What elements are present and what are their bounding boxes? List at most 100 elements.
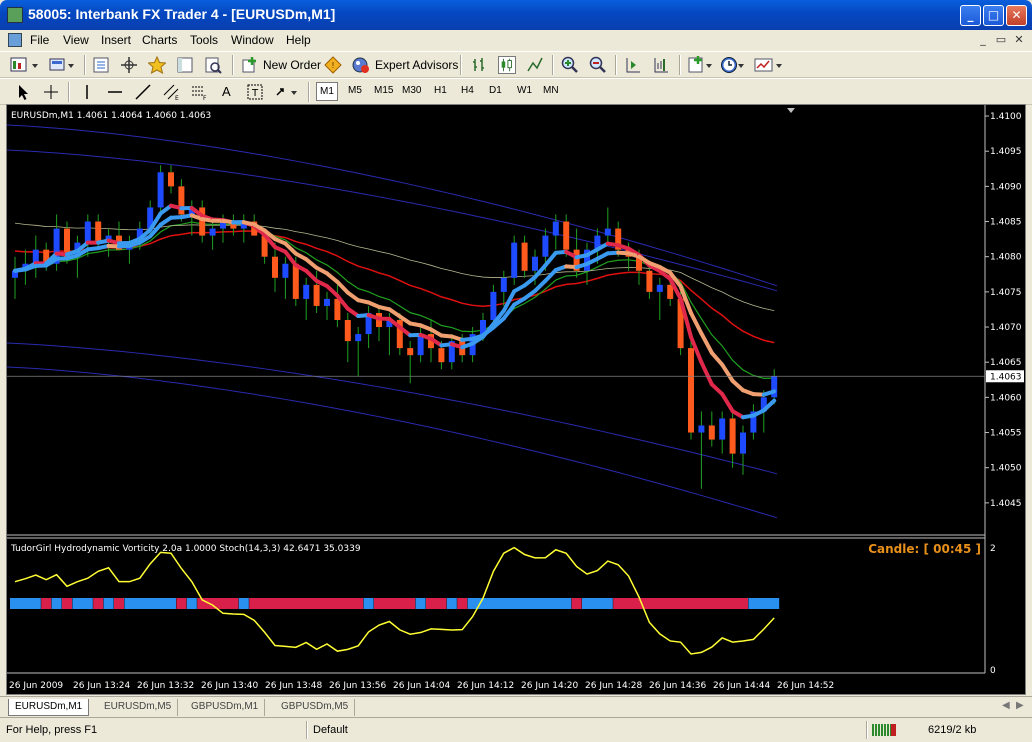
timeframe-w1[interactable]: W1	[517, 85, 532, 96]
tab-gbpusdm-m5[interactable]: GBPUSDm,M5	[275, 699, 356, 716]
timeframe-m15[interactable]: M15	[374, 85, 393, 96]
bear-candle-body	[563, 221, 570, 250]
candlesticks-icon[interactable]	[498, 56, 516, 74]
price-label: 1.4045	[990, 499, 1022, 509]
crosshair-icon[interactable]	[42, 83, 60, 101]
chart-shift-icon[interactable]	[652, 56, 670, 74]
navigator-icon[interactable]	[148, 56, 166, 74]
timeframe-m1[interactable]: M1	[316, 82, 338, 101]
cursor-icon[interactable]	[14, 83, 32, 101]
strategy-tester-icon[interactable]	[204, 56, 222, 74]
window-title: 58005: Interbank FX Trader 4 - [EURUSDm,…	[28, 6, 336, 22]
zoom-out-icon[interactable]	[589, 56, 607, 74]
price-label: 1.4095	[990, 147, 1022, 157]
chart-tabs: EURUSDm,M1 EURUSDm,M5 GBPUSDm,M1 GBPUSDm…	[0, 696, 1032, 716]
bear-candle-body	[438, 348, 445, 363]
tab-gbpusdm-m1[interactable]: GBPUSDm,M1	[185, 699, 266, 716]
menu-charts[interactable]: Charts	[142, 33, 177, 47]
horizontal-line-icon[interactable]	[106, 83, 124, 101]
trend-bar-up	[72, 598, 93, 609]
zoom-in-icon[interactable]	[561, 56, 579, 74]
indicator-scale-top: 2	[990, 544, 996, 554]
menu-file[interactable]: File	[30, 33, 49, 47]
bear-candle-body	[407, 348, 414, 356]
bear-candle-body	[708, 425, 715, 440]
chart-window-icon[interactable]	[8, 33, 22, 47]
price-chart[interactable]: 1.4100 1.4095 1.4090 1.4085 1.4080 1.4075 1.40…	[6, 105, 1025, 694]
vertical-line-icon[interactable]	[78, 83, 96, 101]
menu-view[interactable]: View	[63, 33, 89, 47]
periods-icon[interactable]	[720, 56, 746, 74]
mdi-close-button[interactable]: ✕	[1012, 33, 1026, 47]
trendline-icon[interactable]	[134, 83, 152, 101]
title-bar[interactable]: 58005: Interbank FX Trader 4 - [EURUSDm,…	[0, 0, 1032, 30]
line-chart-icon[interactable]	[526, 56, 544, 74]
trend-bar-up	[467, 598, 572, 609]
bull-candle-body	[511, 242, 518, 278]
trend-bar-up	[238, 598, 249, 609]
indicators-icon[interactable]	[688, 56, 714, 74]
mdi-restore-button[interactable]: ▭	[994, 33, 1008, 47]
price-label: 1.4070	[990, 323, 1022, 333]
time-label: 26 Jun 14:36	[649, 681, 706, 691]
metaeditor-icon[interactable]: !	[324, 56, 342, 74]
trend-bar-down	[114, 598, 124, 609]
data-window-icon[interactable]	[120, 56, 138, 74]
time-label: 26 Jun 14:20	[521, 681, 578, 691]
arrows-icon[interactable]	[274, 83, 300, 101]
tab-eurusdm-m5[interactable]: EURUSDm,M5	[98, 699, 179, 716]
time-label: 26 Jun 13:32	[137, 681, 194, 691]
fibonacci-icon[interactable]: F	[190, 83, 208, 101]
timeframe-d1[interactable]: D1	[489, 85, 502, 96]
connection-status-icon[interactable]	[872, 724, 896, 736]
terminal-icon[interactable]	[176, 56, 194, 74]
bear-candle-body	[95, 221, 102, 243]
toolbar-separator	[679, 55, 681, 75]
svg-text:!: !	[331, 61, 334, 70]
chart-window[interactable]: 1.4100 1.4095 1.4090 1.4085 1.4080 1.4075 1.40…	[6, 104, 1026, 695]
tab-eurusdm-m1[interactable]: EURUSDm,M1	[8, 699, 90, 716]
new-order-icon[interactable]	[241, 56, 259, 74]
bull-candle-body	[500, 277, 507, 292]
close-button[interactable]: ✕	[1006, 5, 1027, 26]
toolbar-separator	[460, 55, 462, 75]
timeframe-m5[interactable]: M5	[348, 85, 362, 96]
timeframe-mn[interactable]: MN	[543, 85, 559, 96]
maximize-button[interactable]: □	[983, 5, 1004, 26]
profiles-icon[interactable]	[48, 56, 76, 74]
trend-bar-up	[415, 598, 426, 609]
candle	[688, 341, 694, 440]
text-tool[interactable]: A	[222, 84, 231, 99]
minimize-button[interactable]: _	[960, 5, 981, 26]
menu-window[interactable]: Window	[231, 33, 274, 47]
menu-help[interactable]: Help	[286, 33, 311, 47]
auto-scroll-icon[interactable]	[624, 56, 642, 74]
expert-advisors-icon[interactable]	[352, 56, 370, 74]
new-chart-icon[interactable]	[10, 56, 40, 74]
market-watch-icon[interactable]	[92, 56, 110, 74]
templates-icon[interactable]	[754, 56, 784, 74]
trend-bar-down	[41, 598, 52, 609]
app-icon	[7, 7, 23, 23]
menu-insert[interactable]: Insert	[101, 33, 131, 47]
new-order-button[interactable]: New Order	[263, 58, 321, 72]
bull-candle-body	[604, 228, 611, 236]
tab-scroll-left[interactable]: ◀	[1002, 700, 1010, 711]
toolbar-separator	[68, 82, 70, 102]
mdi-minimize-button[interactable]: _	[976, 33, 990, 47]
indicator-scale-bottom: 0	[990, 666, 996, 676]
timeframe-h4[interactable]: H4	[461, 85, 474, 96]
trend-bar-up	[10, 598, 41, 609]
equidistant-channel-icon[interactable]: E	[162, 83, 180, 101]
trend-bar-down	[374, 598, 416, 609]
price-label: 1.4080	[990, 253, 1022, 263]
timeframe-m30[interactable]: M30	[402, 85, 421, 96]
text-label-icon[interactable]: T	[246, 83, 264, 101]
menu-tools[interactable]: Tools	[190, 33, 218, 47]
tab-scroll-right[interactable]: ▶	[1016, 700, 1024, 711]
bear-candle-body	[313, 284, 320, 306]
bull-candle-body	[656, 284, 663, 292]
timeframe-h1[interactable]: H1	[434, 85, 447, 96]
bar-chart-icon[interactable]	[470, 56, 488, 74]
expert-advisors-button[interactable]: Expert Advisors	[375, 58, 458, 72]
